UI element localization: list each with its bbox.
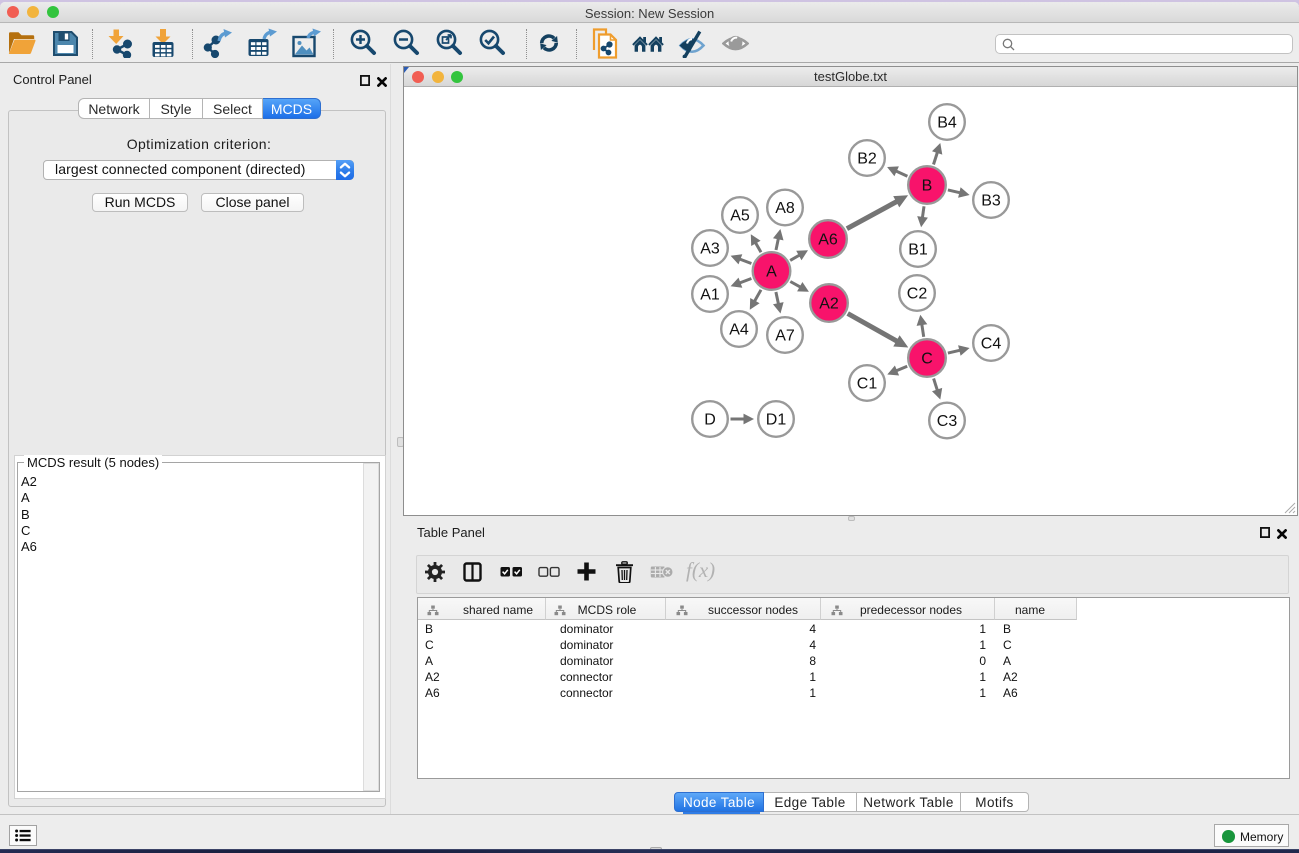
svg-text:A7: A7 <box>775 328 795 345</box>
svg-text:B: B <box>922 178 933 195</box>
svg-text:C2: C2 <box>907 286 928 303</box>
svg-text:A2: A2 <box>819 296 839 313</box>
svg-text:B2: B2 <box>857 151 877 168</box>
svg-text:B4: B4 <box>937 115 957 132</box>
svg-text:D: D <box>704 412 716 429</box>
svg-text:B1: B1 <box>908 242 928 259</box>
svg-text:C1: C1 <box>857 376 878 393</box>
svg-text:C: C <box>921 351 933 368</box>
svg-text:A5: A5 <box>730 208 750 225</box>
svg-text:C4: C4 <box>981 336 1002 353</box>
svg-text:D1: D1 <box>766 412 787 429</box>
svg-text:A4: A4 <box>729 322 749 339</box>
svg-text:A8: A8 <box>775 200 795 217</box>
svg-text:A6: A6 <box>818 232 838 249</box>
svg-text:A1: A1 <box>700 287 720 304</box>
svg-text:B3: B3 <box>981 193 1001 210</box>
svg-text:A: A <box>766 264 777 281</box>
svg-text:A3: A3 <box>700 241 720 258</box>
svg-text:C3: C3 <box>937 413 958 430</box>
